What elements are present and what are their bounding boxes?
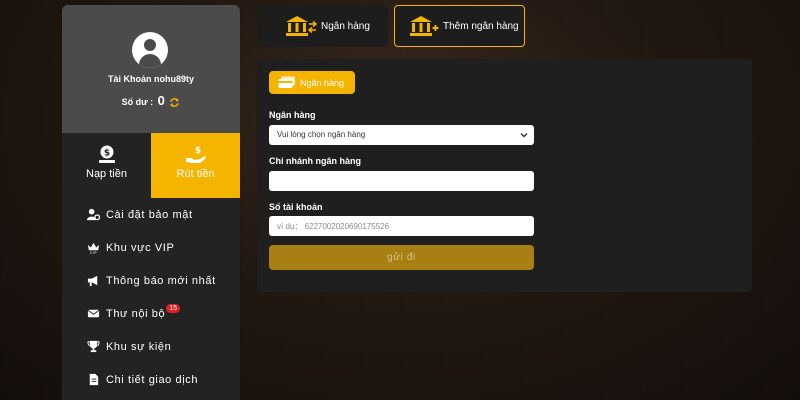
withdraw-label: Rút tiền [176, 168, 215, 180]
profile-card: Tài Khoản nohu89ty Số dư : 0 [62, 5, 240, 133]
svg-text:$: $ [194, 146, 200, 156]
deposit-label: Nạp tiền [86, 168, 127, 180]
tab-add-bank[interactable]: Thêm ngân hàng [394, 5, 525, 47]
branch-field-label: Chi nhánh ngân hàng [269, 156, 361, 166]
bank-field-label: Ngân hàng [269, 110, 316, 120]
sidebar-item-label: Chi tiết giao dịch [106, 373, 199, 386]
chevron-down-icon [520, 133, 528, 138]
account-number-label: Số tài khoản [269, 202, 323, 212]
sidebar-item-label: Thông báo mới nhất [106, 274, 216, 287]
bank-add-icon [410, 16, 439, 36]
sidebar-item-label: Khu vực VIP [106, 241, 175, 254]
sidebar-item-security[interactable]: Cài đặt bảo mật [62, 198, 240, 231]
sidebar-item-vip[interactable]: VIP Khu vực VIP [62, 231, 240, 264]
balance: Số dư : 0 [62, 93, 240, 108]
balance-value: 0 [157, 93, 165, 108]
tab-bank-label: Ngân hàng [321, 20, 370, 32]
sidebar-item-label: Cài đặt bảo mật [106, 208, 193, 221]
sidebar-item-transactions[interactable]: Chi tiết giao dịch [62, 363, 240, 396]
bank-transfer-icon [286, 16, 317, 36]
user-gear-icon [87, 208, 100, 221]
withdraw-tab[interactable]: $ Rút tiền [151, 133, 240, 198]
sidebar-menu: Cài đặt bảo mật VIP Khu vực VIP Thông bá… [62, 198, 240, 396]
sidebar: Tài Khoản nohu89ty Số dư : 0 $ Nạp tiền … [62, 5, 240, 400]
account-name: Tài Khoản nohu89ty [107, 74, 194, 84]
unread-badge: 15 [166, 304, 181, 313]
bank-select-value: Vui lòng chọn ngân hàng [277, 130, 366, 139]
balance-label: Số dư : [121, 97, 154, 107]
sidebar-item-events[interactable]: Khu sự kiện [62, 330, 240, 363]
sidebar-item-label: Thư nội bộ [106, 307, 166, 320]
deposit-tab[interactable]: $ Nạp tiền [62, 133, 151, 198]
submit-button[interactable]: gửi đi [269, 245, 534, 270]
svg-text:VIP: VIP [90, 251, 97, 254]
document-icon [89, 373, 99, 386]
sidebar-item-label: Khu sự kiện [106, 340, 172, 353]
trophy-icon [87, 340, 100, 353]
bank-select[interactable]: Vui lòng chọn ngân hàng [269, 125, 534, 145]
tab-add-bank-label: Thêm ngân hàng [443, 20, 519, 32]
bank-form-panel: Ngân hàng Ngân hàng Vui lòng chọn ngân h… [257, 59, 752, 292]
envelope-icon [87, 309, 100, 318]
bank-card-icon [278, 76, 295, 88]
vip-crown-icon: VIP [87, 242, 100, 254]
deposit-icon: $ [98, 145, 115, 163]
sidebar-item-notifications[interactable]: Thông báo mới nhất [62, 264, 240, 297]
bank-pill-button[interactable]: Ngân hàng [269, 71, 355, 94]
account-number-input[interactable] [269, 216, 534, 236]
svg-text:$: $ [103, 149, 109, 159]
tab-bank[interactable]: Ngân hàng [257, 5, 388, 47]
branch-input[interactable] [269, 171, 534, 191]
withdraw-icon: $ [185, 146, 206, 163]
sidebar-item-inbox[interactable]: Thư nội bộ 15 [62, 297, 240, 330]
refresh-icon[interactable] [169, 97, 180, 108]
bank-pill-label: Ngân hàng [300, 77, 345, 88]
avatar-icon [132, 32, 168, 68]
megaphone-icon [87, 275, 98, 287]
